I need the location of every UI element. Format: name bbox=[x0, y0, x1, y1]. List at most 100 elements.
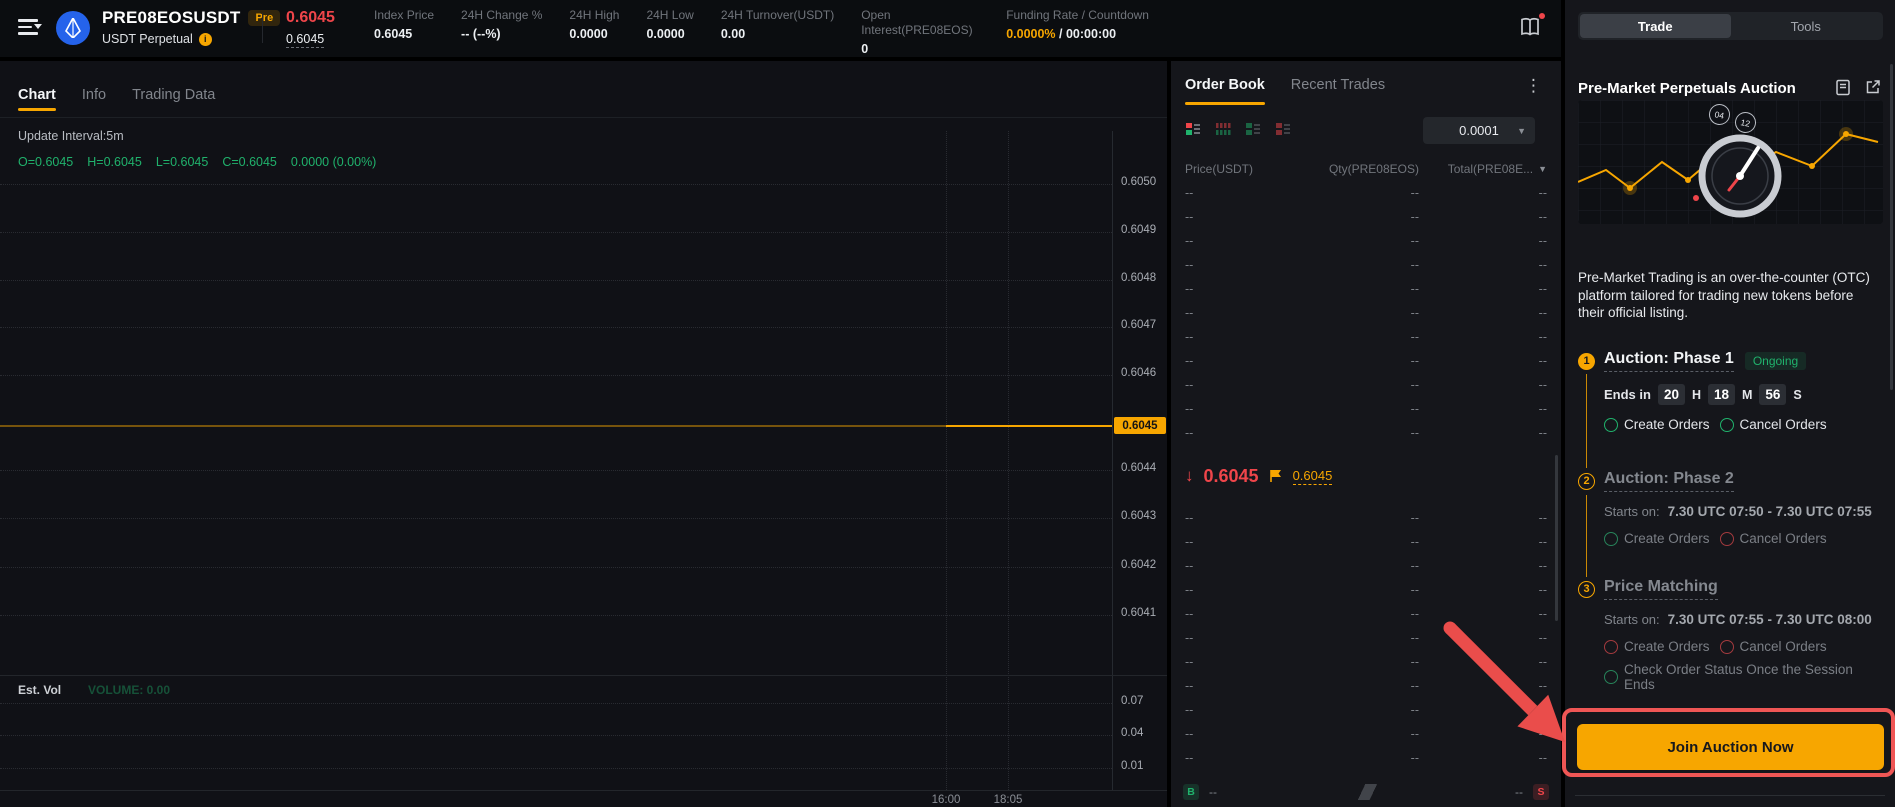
orderbook-bid-row[interactable]: ------ bbox=[1171, 578, 1561, 602]
orderbook-bid-row[interactable]: ------ bbox=[1171, 626, 1561, 650]
orderbook-ask-row[interactable]: ------ bbox=[1171, 205, 1561, 229]
orderbook-mark-price[interactable]: 0.6045 bbox=[1293, 468, 1333, 485]
panel-scrollbar[interactable] bbox=[1890, 64, 1893, 390]
orderbook-ask-row[interactable]: ------ bbox=[1171, 253, 1561, 277]
ohlc-value: O=0.6045 bbox=[18, 155, 73, 169]
orderbook-bids: ------ ------ ------ ------ ------ -----… bbox=[1171, 506, 1561, 770]
orderbook-ask-row[interactable]: ------ bbox=[1171, 325, 1561, 349]
volume-axis[interactable]: 0.07 0.04 0.01 bbox=[1121, 61, 1167, 807]
orderbook-ask-row[interactable]: ------ bbox=[1171, 349, 1561, 373]
ohlc-value: L=0.6045 bbox=[156, 155, 208, 169]
tab-recent-trades[interactable]: Recent Trades bbox=[1291, 77, 1385, 105]
flag-icon bbox=[1269, 469, 1283, 483]
orderbook-ask-row[interactable]: ------ bbox=[1171, 397, 1561, 421]
permission-icon bbox=[1604, 418, 1618, 432]
auction-banner-image: 04 12 35 bbox=[1578, 100, 1883, 224]
tick-size-dropdown[interactable]: 0.0001▼ bbox=[1423, 117, 1535, 144]
orderbook-ask-row[interactable]: ------ bbox=[1171, 277, 1561, 301]
pre-badge: Pre bbox=[248, 10, 280, 26]
auction-description: Pre-Market Trading is an over-the-counte… bbox=[1578, 269, 1881, 322]
info-icon[interactable]: i bbox=[199, 33, 212, 46]
market-stat: 24H Low 0.0000 bbox=[646, 8, 693, 41]
col-qty: Qty(PRE08EOS) bbox=[1303, 162, 1419, 176]
orderbook-ask-row[interactable]: ------ bbox=[1171, 229, 1561, 253]
phase-title[interactable]: Price Matching bbox=[1604, 578, 1718, 600]
orderbook-asks: ------ ------ ------ ------ ------ -----… bbox=[1171, 181, 1561, 445]
phase-connector bbox=[1586, 374, 1587, 468]
join-auction-button[interactable]: Join Auction Now bbox=[1577, 724, 1884, 770]
permission-item: Create Orders bbox=[1604, 417, 1710, 432]
chart-panel: Chart Info Trading Data Update Interval:… bbox=[0, 61, 1167, 807]
view-both-icon[interactable] bbox=[1185, 121, 1201, 137]
permission-icon bbox=[1720, 418, 1734, 432]
orderbook-bid-row[interactable]: ------ bbox=[1171, 602, 1561, 626]
mark-price[interactable]: 0.6045 bbox=[286, 32, 324, 48]
phase-title[interactable]: Auction: Phase 1 bbox=[1604, 350, 1734, 372]
orderbook-bid-row[interactable]: ------ bbox=[1171, 674, 1561, 698]
volume-axis-label: 0.04 bbox=[1121, 727, 1143, 739]
top-header: PRE08EOSUSDT Pre USDT Perpetual i 0.6045… bbox=[0, 0, 1561, 57]
orderbook-more-icon[interactable]: ⋮ bbox=[1525, 77, 1542, 94]
ongoing-badge: Ongoing bbox=[1745, 352, 1806, 370]
view-asks-icon[interactable] bbox=[1275, 121, 1291, 137]
tab-info[interactable]: Info bbox=[82, 87, 106, 117]
auction-phase-2: 2 Auction: Phase 2 Starts on:7.30 UTC 07… bbox=[1578, 470, 1883, 546]
orderbook-scrollbar[interactable] bbox=[1555, 455, 1558, 621]
permission-item: Cancel Orders bbox=[1720, 639, 1827, 654]
countdown-box: 20 bbox=[1658, 384, 1685, 405]
annotation-highlight-box: Join Auction Now bbox=[1562, 708, 1895, 777]
update-interval-label: Update Interval:5m bbox=[18, 129, 124, 143]
tab-trading-data[interactable]: Trading Data bbox=[132, 87, 215, 117]
orderbook-panel: Order Book Recent Trades ⋮ 0.0001▼ Price… bbox=[1171, 61, 1561, 807]
market-stat: 24H Change % -- (--%) bbox=[461, 8, 542, 41]
orderbook-view-modes bbox=[1185, 121, 1291, 137]
permission-icon bbox=[1604, 532, 1618, 546]
phase-schedule: Starts on:7.30 UTC 07:50 - 7.30 UTC 07:5… bbox=[1604, 504, 1883, 519]
market-stat: Funding Rate / Countdown 0.0000% / 00:00… bbox=[1006, 8, 1149, 41]
orderbook-ask-row[interactable]: ------ bbox=[1171, 181, 1561, 205]
price-line bbox=[946, 425, 1112, 427]
tab-chart[interactable]: Chart bbox=[18, 87, 56, 117]
orderbook-ask-row[interactable]: ------ bbox=[1171, 301, 1561, 325]
orderbook-bid-row[interactable]: ------ bbox=[1171, 530, 1561, 554]
chart-tabs: Chart Info Trading Data bbox=[0, 61, 1167, 118]
permission-icon bbox=[1604, 670, 1618, 684]
permission-item: Cancel Orders bbox=[1720, 531, 1827, 546]
ratio-divider bbox=[1223, 784, 1509, 800]
tab-trade[interactable]: Trade bbox=[1580, 14, 1731, 38]
orderbook-bid-row[interactable]: ------ bbox=[1171, 650, 1561, 674]
orderbook-columns: Price(USDT) Qty(PRE08EOS) Total(PRE08E..… bbox=[1171, 159, 1561, 179]
orderbook-bid-row[interactable]: ------ bbox=[1171, 698, 1561, 722]
volume-axis-label: 0.01 bbox=[1121, 760, 1143, 772]
col-total[interactable]: Total(PRE08E... bbox=[1448, 162, 1533, 176]
orderbook-bid-row[interactable]: ------ bbox=[1171, 722, 1561, 746]
ohlc-value: C=0.6045 bbox=[222, 155, 277, 169]
orderbook-bid-row[interactable]: ------ bbox=[1171, 746, 1561, 770]
markets-menu-icon[interactable] bbox=[18, 19, 42, 37]
ohlc-value: 0.0000 (0.00%) bbox=[291, 155, 376, 169]
phase-permissions: Create Orders Cancel Orders Check Order St… bbox=[1604, 639, 1883, 692]
permission-item: Cancel Orders bbox=[1720, 417, 1827, 432]
countdown-box: 56 bbox=[1759, 384, 1786, 405]
permission-item: Check Order Status Once the Session Ends bbox=[1604, 662, 1883, 692]
tab-tools[interactable]: Tools bbox=[1731, 14, 1882, 38]
notification-dot bbox=[1539, 13, 1545, 19]
view-bids-icon[interactable] bbox=[1245, 121, 1261, 137]
orderbook-guide-icon[interactable] bbox=[1518, 15, 1544, 41]
volume-axis-label: 0.07 bbox=[1121, 695, 1143, 707]
external-link-icon[interactable] bbox=[1865, 79, 1881, 95]
panel-separator bbox=[1575, 795, 1885, 796]
orderbook-ask-row[interactable]: ------ bbox=[1171, 373, 1561, 397]
guide-icon[interactable] bbox=[1835, 79, 1851, 96]
permission-item: Create Orders bbox=[1604, 639, 1710, 654]
phase-title[interactable]: Auction: Phase 2 bbox=[1604, 470, 1734, 492]
orderbook-bid-row[interactable]: ------ bbox=[1171, 506, 1561, 530]
orderbook-ask-row[interactable]: ------ bbox=[1171, 421, 1561, 445]
orderbook-bid-row[interactable]: ------ bbox=[1171, 554, 1561, 578]
market-stat: 24H High 0.0000 bbox=[569, 8, 619, 41]
phase-connector bbox=[1586, 495, 1587, 577]
symbol-name[interactable]: PRE08EOSUSDT bbox=[102, 8, 240, 28]
tab-order-book[interactable]: Order Book bbox=[1185, 77, 1265, 105]
orderbook-last-price: 0.6045 bbox=[1204, 466, 1259, 487]
view-vertical-icon[interactable] bbox=[1215, 121, 1231, 137]
